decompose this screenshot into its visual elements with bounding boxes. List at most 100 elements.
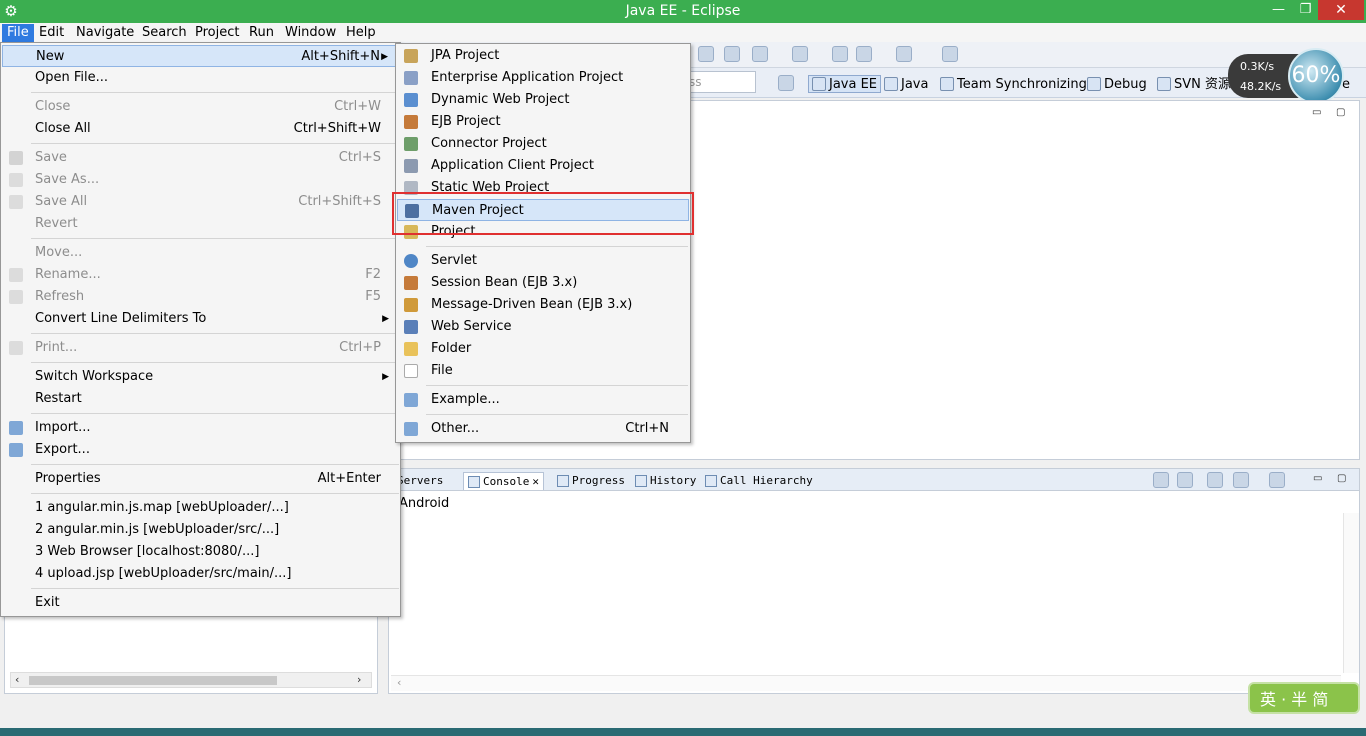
enterprise-app-icon: [404, 71, 418, 85]
menu-item-save[interactable]: Save Ctrl+S: [2, 147, 399, 169]
menu-item-print[interactable]: Print... Ctrl+P: [2, 337, 399, 359]
menu-item-convert-line-delimiters[interactable]: Convert Line Delimiters To ▶: [2, 308, 399, 330]
save-as-icon: [9, 173, 23, 187]
panel-maximize-icon[interactable]: ▢: [1337, 473, 1346, 484]
console-output: Android: [399, 496, 450, 511]
submenu-web-service[interactable]: Web Service: [397, 316, 689, 338]
next-annotation-icon[interactable]: [752, 46, 768, 62]
menu-edit[interactable]: Edit: [34, 24, 69, 42]
progress-icon: [557, 475, 569, 487]
menu-item-close-all[interactable]: Close All Ctrl+Shift+W: [2, 118, 399, 140]
scroll-right-arrow-icon[interactable]: ›: [357, 673, 361, 686]
menu-item-move[interactable]: Move...: [2, 242, 399, 264]
save-all-icon: [9, 195, 23, 209]
menu-item-recent-4[interactable]: 4 upload.jsp [webUploader/src/main/...]: [2, 563, 399, 585]
perspective-java-ee[interactable]: Java EE: [808, 75, 882, 93]
scroll-left-arrow-icon[interactable]: ‹: [15, 673, 19, 686]
panel-minimize-icon[interactable]: ▭: [1313, 473, 1322, 484]
windows-taskbar: [0, 728, 1366, 736]
perspective-team-sync[interactable]: Team Synchronizing: [940, 75, 1087, 93]
open-perspective-icon[interactable]: [778, 75, 794, 91]
submenu-app-client-project[interactable]: Application Client Project: [397, 155, 689, 177]
run-config-icon[interactable]: [724, 46, 740, 62]
status-bar: [0, 696, 1366, 728]
upload-speed: 0.3K/s: [1240, 60, 1275, 73]
tab-progress[interactable]: Progress: [557, 472, 625, 490]
submenu-example[interactable]: Example...: [397, 389, 689, 411]
tab-close-icon[interactable]: ✕: [532, 473, 539, 491]
console-horizontal-scrollbar[interactable]: ‹: [391, 675, 1341, 691]
menu-item-restart[interactable]: Restart: [2, 388, 399, 410]
menu-separator: [31, 464, 399, 465]
menu-item-exit[interactable]: Exit: [2, 592, 399, 614]
menu-navigate[interactable]: Navigate: [71, 24, 139, 42]
app-client-icon: [404, 159, 418, 173]
perspective-java[interactable]: Java: [884, 75, 928, 93]
tab-servers[interactable]: Servers: [397, 472, 443, 490]
menu-search[interactable]: Search: [137, 24, 192, 42]
menu-item-recent-3[interactable]: 3 Web Browser [localhost:8080/...]: [2, 541, 399, 563]
tab-history[interactable]: History: [635, 472, 696, 490]
clear-console-icon[interactable]: [1153, 472, 1169, 488]
ime-status-widget[interactable]: 英 · 半 简: [1248, 682, 1360, 714]
close-button[interactable]: ✕: [1318, 0, 1364, 20]
left-horizontal-scrollbar[interactable]: ‹ ›: [10, 672, 372, 688]
menu-item-save-all[interactable]: Save All Ctrl+Shift+S: [2, 191, 399, 213]
tab-console[interactable]: Console ✕: [463, 472, 544, 490]
submenu-folder[interactable]: Folder: [397, 338, 689, 360]
menu-item-switch-workspace[interactable]: Switch Workspace ▶: [2, 366, 399, 388]
menu-project[interactable]: Project: [190, 24, 244, 42]
last-edit-icon[interactable]: [832, 46, 848, 62]
menu-item-properties[interactable]: Properties Alt+Enter: [2, 468, 399, 490]
globe-icon[interactable]: [698, 46, 714, 62]
menu-item-export[interactable]: Export...: [2, 439, 399, 461]
menu-item-import[interactable]: Import...: [2, 417, 399, 439]
submenu-file[interactable]: File: [397, 360, 689, 382]
menu-help[interactable]: Help: [341, 24, 381, 42]
menu-item-refresh[interactable]: Refresh F5: [2, 286, 399, 308]
menu-separator: [31, 362, 399, 363]
pin-console-icon[interactable]: [1207, 472, 1223, 488]
submenu-jpa-project[interactable]: JPA Project: [397, 45, 689, 67]
minimize-button[interactable]: —: [1265, 0, 1292, 20]
editor-maximize-icon[interactable]: ▢: [1336, 107, 1345, 118]
submenu-message-driven-bean[interactable]: Message-Driven Bean (EJB 3.x): [397, 294, 689, 316]
perspective-svn[interactable]: SVN 资源: [1157, 75, 1231, 93]
menu-item-recent-1[interactable]: 1 angular.min.js.map [webUploader/...]: [2, 497, 399, 519]
menu-item-open-file[interactable]: Open File...: [2, 67, 399, 89]
display-console-icon[interactable]: [1233, 472, 1249, 488]
back-arrow-icon[interactable]: [856, 46, 872, 62]
restore-button[interactable]: ❐: [1292, 0, 1319, 20]
menu-item-close[interactable]: Close Ctrl+W: [2, 96, 399, 118]
perspective-debug[interactable]: Debug: [1087, 75, 1147, 93]
menu-separator: [31, 238, 399, 239]
menu-item-rename[interactable]: Rename... F2: [2, 264, 399, 286]
prev-annotation-icon[interactable]: [792, 46, 808, 62]
scroll-lock-icon[interactable]: [1177, 472, 1193, 488]
editor-minimize-icon[interactable]: ▭: [1312, 107, 1321, 118]
menu-item-new[interactable]: New Alt+Shift+N ▶: [2, 45, 399, 67]
menu-run[interactable]: Run: [244, 24, 279, 42]
open-console-icon[interactable]: [1269, 472, 1285, 488]
menu-item-revert[interactable]: Revert: [2, 213, 399, 235]
pin-editor-icon[interactable]: [942, 46, 958, 62]
submenu-dynamic-web-project[interactable]: Dynamic Web Project: [397, 89, 689, 111]
submenu-session-bean[interactable]: Session Bean (EJB 3.x): [397, 272, 689, 294]
submenu-connector-project[interactable]: Connector Project: [397, 133, 689, 155]
scroll-thumb[interactable]: [29, 676, 277, 685]
tab-call-hierarchy[interactable]: Call Hierarchy: [705, 472, 813, 490]
submenu-enterprise-app-project[interactable]: Enterprise Application Project: [397, 67, 689, 89]
net-speed-widget[interactable]: 0.3K/s 48.2K/s 60%: [1228, 48, 1356, 104]
call-hierarchy-icon: [705, 475, 717, 487]
submenu-servlet[interactable]: Servlet: [397, 250, 689, 272]
console-vertical-scrollbar[interactable]: [1343, 513, 1359, 673]
forward-arrow-icon[interactable]: [896, 46, 912, 62]
menu-window[interactable]: Window: [280, 24, 341, 42]
menu-item-recent-2[interactable]: 2 angular.min.js [webUploader/src/...]: [2, 519, 399, 541]
submenu-ejb-project[interactable]: EJB Project: [397, 111, 689, 133]
menu-item-save-as[interactable]: Save As...: [2, 169, 399, 191]
title-bar: ⚙ Java EE - Eclipse — ❐ ✕: [0, 0, 1366, 23]
history-icon: [635, 475, 647, 487]
submenu-other[interactable]: Other... Ctrl+N: [397, 418, 689, 440]
menu-file[interactable]: File: [2, 24, 34, 42]
